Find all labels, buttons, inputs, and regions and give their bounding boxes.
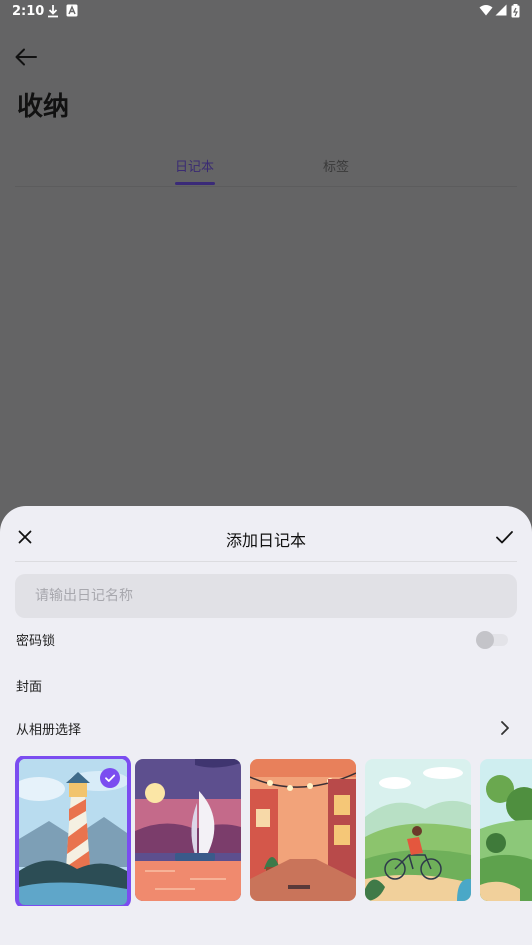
cover-sailboat[interactable] [135, 759, 241, 901]
check-icon [496, 531, 513, 544]
tab-tags[interactable]: 标签 [323, 156, 349, 175]
cover-carousel [0, 756, 532, 906]
wifi-icon [479, 4, 493, 20]
password-lock-label: 密码锁 [16, 634, 56, 649]
tab-bar: 日记本 标签 [15, 150, 517, 187]
selected-check-badge [100, 768, 120, 788]
divider [15, 561, 517, 562]
cover-label: 封面 [16, 680, 43, 695]
sheet-title: 添加日记本 [225, 531, 306, 550]
page-title: 收纳 [17, 92, 70, 122]
app-notification-icon [66, 4, 78, 21]
cover-street-lights[interactable] [250, 759, 356, 901]
tab-diary[interactable]: 日记本 [175, 156, 214, 175]
cover-cyclist[interactable] [365, 759, 471, 901]
chevron-right-icon[interactable] [498, 720, 512, 736]
diary-name-input[interactable] [15, 574, 517, 618]
back-arrow-icon[interactable] [14, 46, 38, 68]
signal-icon [495, 4, 507, 20]
confirm-button[interactable] [492, 526, 516, 548]
battery-icon [511, 4, 520, 22]
cover-lighthouse[interactable] [15, 756, 131, 906]
status-time: 2:10 [12, 4, 45, 19]
status-bar: 2:10 [0, 0, 532, 24]
download-icon [47, 4, 59, 22]
add-diary-sheet: 添加日记本 密码锁 封面 从相册选择 [0, 506, 532, 945]
cover-green-trees[interactable] [480, 759, 532, 901]
tab-indicator [175, 182, 215, 185]
toggle-knob [476, 631, 494, 649]
sheet-header: 添加日记本 [0, 506, 532, 562]
choose-from-album-label[interactable]: 从相册选择 [16, 719, 81, 738]
check-icon [105, 774, 116, 782]
password-lock-toggle[interactable] [476, 631, 508, 649]
